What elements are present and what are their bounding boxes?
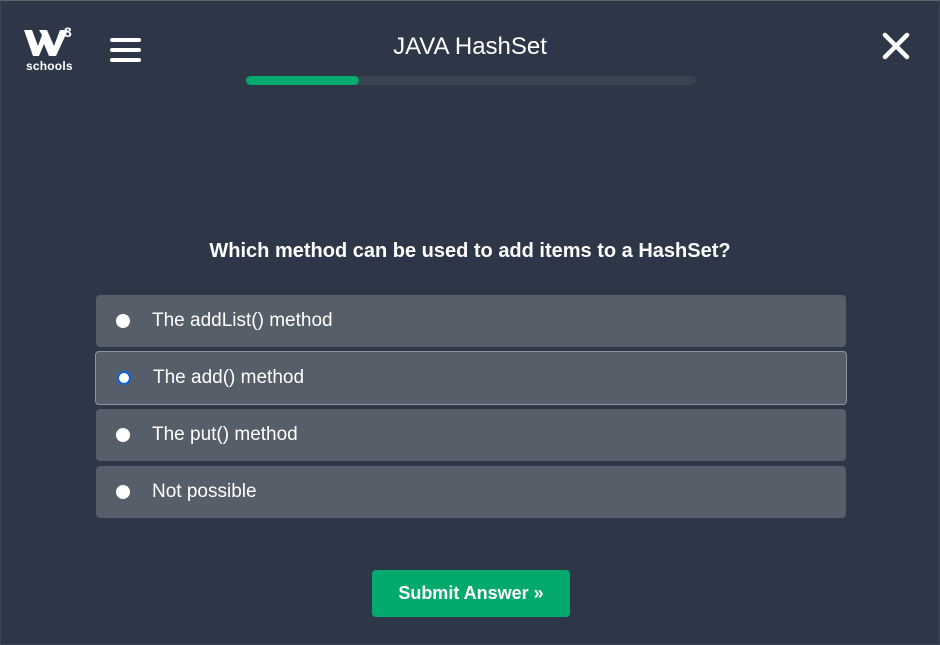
answer-option[interactable]: The addList() method [96,295,846,347]
answer-options: The addList() method The add() method Th… [95,295,847,523]
quiz-progress-fill [246,76,359,85]
submit-answer-button[interactable]: Submit Answer » [372,570,570,617]
answer-label: Not possible [152,481,257,502]
answer-label: The add() method [153,367,305,388]
quiz-title: JAVA HashSet [393,33,547,60]
answer-label: The put() method [152,424,298,445]
radio-button[interactable] [116,314,130,328]
radio-button[interactable] [116,428,130,442]
answer-option[interactable]: Not possible [96,466,846,518]
answer-option[interactable]: The put() method [96,409,846,461]
close-icon[interactable] [880,30,912,62]
answer-option[interactable]: The add() method [95,351,847,405]
answer-label: The addList() method [152,310,333,331]
radio-button[interactable] [116,485,130,499]
radio-button-selected[interactable] [117,371,131,385]
quiz-progress-bar [246,76,696,85]
quiz-question: Which method can be used to add items to… [209,240,731,262]
logo-wordmark: schools [26,59,73,73]
